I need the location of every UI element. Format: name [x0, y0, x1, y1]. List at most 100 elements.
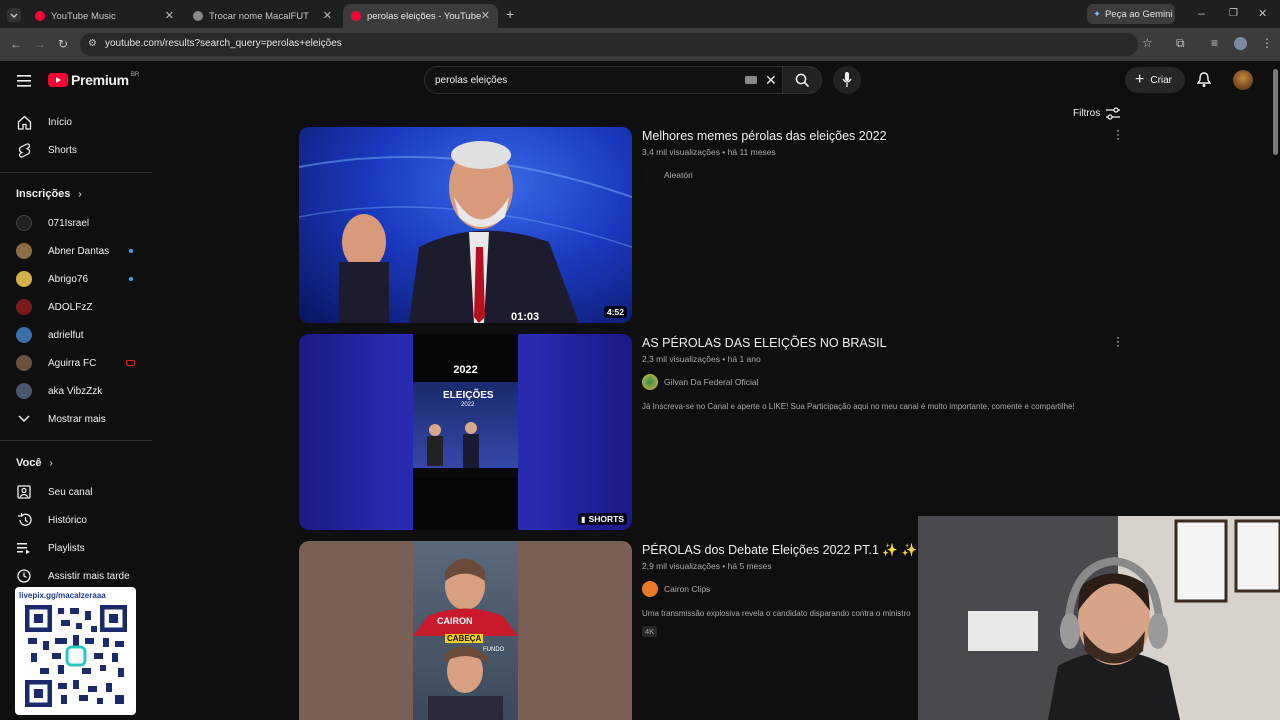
sidebar-label: Aguirra FC	[48, 357, 97, 369]
qr-caption: livepix.gg/macalzeraaa	[19, 591, 106, 600]
video-thumbnail[interactable]: 01:03 4:52	[299, 127, 632, 323]
search-button[interactable]	[782, 66, 822, 94]
profile-avatar[interactable]	[1234, 37, 1247, 50]
you-title: Você	[16, 457, 42, 469]
voice-search-button[interactable]	[833, 66, 861, 94]
sidebar-item-shorts[interactable]: Shorts	[0, 137, 152, 163]
sidebar-item-show-more[interactable]: Mostrar mais	[0, 406, 152, 432]
sidebar-item-subscription[interactable]: Abner Dantas	[0, 238, 152, 264]
video-thumbnail[interactable]: 2022 ELEIÇÕES 2022 ▮ SHORTS	[299, 334, 632, 530]
home-icon	[16, 114, 32, 130]
webcam-streamer-image	[918, 516, 1280, 720]
media-controls-icon[interactable]: ≡	[1211, 37, 1218, 49]
create-button[interactable]: + Criar	[1125, 67, 1185, 93]
quality-badge: 4K	[642, 626, 658, 637]
sidebar-item-subscription[interactable]: adrielfut	[0, 322, 152, 348]
url-text: youtube.com/results?search_query=perolas…	[105, 38, 342, 49]
channel-link[interactable]: Cairon Clips	[642, 581, 710, 597]
youtube-logo[interactable]: Premium BR	[48, 72, 139, 88]
filters-button[interactable]: Filtros	[1073, 107, 1121, 120]
sidebar-item-subscription[interactable]: Aguirra FC	[0, 350, 152, 376]
subscriptions-header[interactable]: Inscrições ›	[16, 188, 82, 200]
filters-label: Filtros	[1073, 108, 1101, 119]
shorts-badge: ▮ SHORTS	[578, 513, 627, 525]
back-icon[interactable]: ←	[10, 38, 22, 50]
more-actions-icon[interactable]: · · ·	[1115, 124, 1121, 144]
search-input[interactable]: perolas eleições ✕	[424, 66, 786, 94]
sidebar-label: Histórico	[48, 514, 87, 526]
extensions-icon[interactable]: ⧉	[1176, 37, 1185, 49]
watch-later-icon	[16, 568, 32, 584]
sidebar-label: aka VibzZzk	[48, 385, 103, 397]
new-tab-icon[interactable]: +	[506, 7, 514, 21]
video-title[interactable]: Melhores memes pérolas das eleições 2022	[642, 129, 887, 143]
sidebar-item-watch-later[interactable]: Assistir mais tarde	[0, 563, 152, 589]
you-header[interactable]: Você ›	[16, 457, 53, 469]
channel-name: Aleatóri	[664, 170, 693, 180]
clear-search-icon[interactable]: ✕	[765, 72, 777, 89]
sidebar-item-subscription[interactable]: aka VibzZzk	[0, 378, 152, 404]
hamburger-menu-icon[interactable]	[17, 74, 31, 92]
window-close-icon[interactable]: ✕	[1258, 8, 1267, 20]
youtube-favicon-icon	[351, 11, 361, 21]
live-icon	[126, 360, 135, 366]
forward-icon[interactable]: →	[34, 38, 46, 50]
video-title[interactable]: PÉROLAS dos Debate Eleições 2022 PT.1 ✨ …	[642, 543, 936, 558]
tab-trocar-nome[interactable]: Trocar nome MacalFUT ✕	[185, 4, 340, 28]
video-thumbnail[interactable]: CAIRON CABEÇA FUNDO	[299, 541, 632, 720]
sidebar-item-subscription[interactable]: Abrigo76	[0, 266, 152, 292]
video-meta: 2,3 mil visualizações • há 1 ano	[642, 354, 761, 364]
history-icon	[16, 512, 32, 528]
browser-menu-icon[interactable]: ⋮	[1261, 37, 1273, 49]
site-info-icon[interactable]: ⚙	[88, 38, 97, 50]
tab-search-icon[interactable]	[7, 8, 21, 22]
playlists-icon	[16, 540, 32, 556]
new-content-dot	[129, 277, 133, 281]
thumbnail-label: ELEIÇÕES	[443, 390, 494, 401]
keyboard-icon[interactable]	[745, 76, 757, 84]
scrollbar-thumb[interactable]	[1273, 69, 1278, 155]
tab-title: YouTube Music	[51, 10, 116, 22]
sidebar-item-your-channel[interactable]: Seu canal	[0, 479, 152, 505]
account-avatar[interactable]	[1233, 70, 1253, 90]
sidebar-divider	[0, 440, 152, 441]
logo-text: Premium	[71, 72, 129, 88]
filters-sliders-icon	[1106, 107, 1121, 120]
search-icon	[795, 73, 810, 88]
shorts-badge-icon: ▮	[581, 514, 586, 524]
sidebar-label: Seu canal	[48, 486, 93, 498]
page-favicon-icon	[193, 11, 203, 21]
sidebar-label: Assistir mais tarde	[48, 570, 130, 582]
channel-avatar	[642, 374, 658, 390]
reload-icon[interactable]: ↻	[58, 38, 68, 50]
notifications-bell-icon[interactable]	[1196, 72, 1212, 93]
thumbnail-speaker-image	[299, 141, 632, 323]
tab-perolas-eleicoes[interactable]: perolas eleições - YouTube ✕	[343, 4, 498, 28]
shorts-frame: CAIRON CABEÇA FUNDO	[413, 541, 518, 720]
video-meta: 2,9 mil visualizações • há 5 meses	[642, 561, 772, 571]
tab-youtube-music[interactable]: YouTube Music ✕	[27, 4, 182, 28]
bookmark-star-icon[interactable]: ☆	[1142, 37, 1153, 49]
sidebar-item-history[interactable]: Histórico	[0, 507, 152, 533]
thumbnail-overlay-time: 01:03	[511, 311, 540, 323]
gemini-button[interactable]: ✦ Peça ao Gemini	[1087, 4, 1175, 24]
thumbnail-sublabel: 2022	[461, 402, 475, 408]
minimize-icon[interactable]: –	[1198, 7, 1205, 19]
more-actions-icon[interactable]: · · ·	[1115, 331, 1121, 351]
maximize-icon[interactable]: ❐	[1229, 8, 1238, 20]
shorts-icon	[16, 142, 32, 158]
channel-link[interactable]: Gilvan Da Federal Oficial	[642, 374, 758, 390]
tab-close-icon[interactable]: ✕	[165, 9, 174, 22]
sidebar-item-home[interactable]: Início	[0, 109, 152, 135]
sidebar-item-subscription[interactable]: ADOLFzZ	[0, 294, 152, 320]
address-bar[interactable]: ⚙ youtube.com/results?search_query=perol…	[80, 33, 1138, 56]
sidebar-item-subscription[interactable]: 071Israel	[0, 210, 152, 236]
channel-avatar	[16, 327, 32, 343]
channel-link[interactable]: Aleatóri	[642, 167, 693, 183]
tab-close-icon[interactable]: ✕	[481, 9, 490, 22]
video-title[interactable]: AS PÉROLAS DAS ELEIÇÕES NO BRASIL	[642, 336, 887, 350]
sidebar-item-playlists[interactable]: Playlists	[0, 535, 152, 561]
tab-close-icon[interactable]: ✕	[323, 9, 332, 22]
channel-avatar	[16, 215, 32, 231]
channel-avatar	[16, 383, 32, 399]
